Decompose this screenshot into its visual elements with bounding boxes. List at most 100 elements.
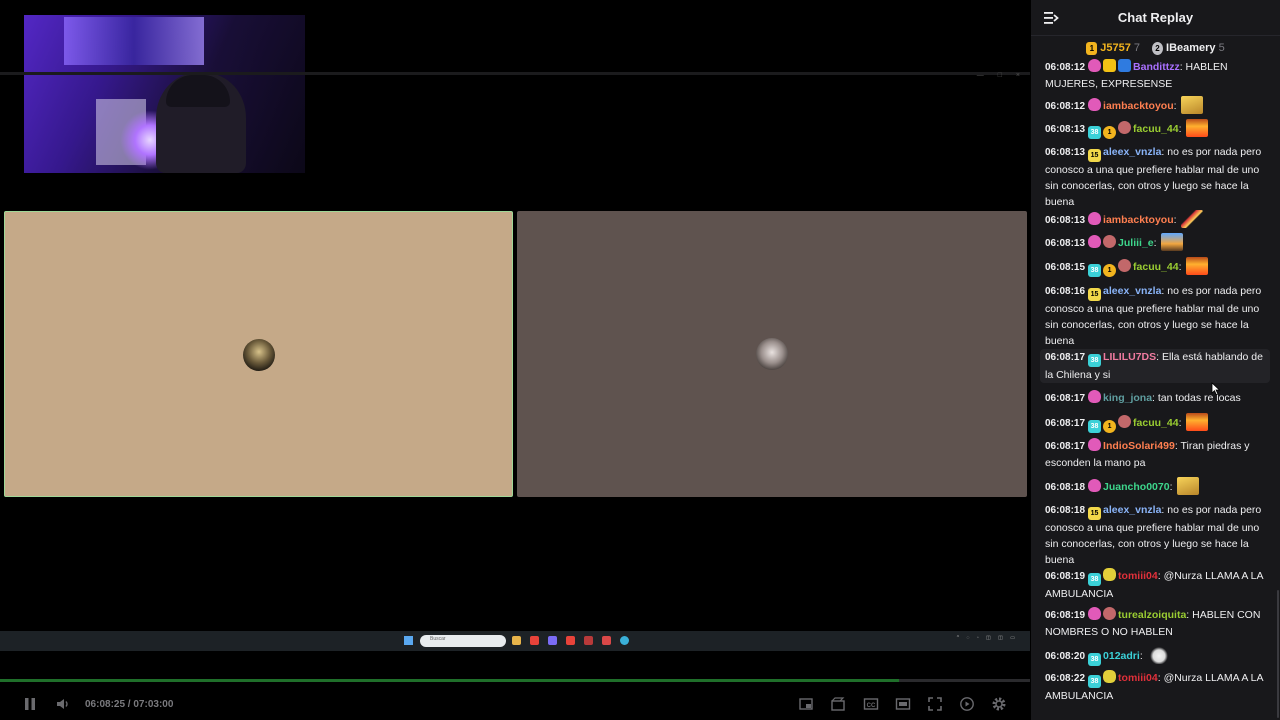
chat-message[interactable]: 06:08:18 Juancho0070: <box>1040 477 1270 496</box>
chat-username[interactable]: tomiii04 <box>1118 672 1158 684</box>
leaderboard-count: 5 <box>1218 42 1225 54</box>
bits-badge[interactable]: 1 <box>1103 264 1117 277</box>
sub-badge[interactable]: 15 <box>1088 288 1102 301</box>
chat-messages: 06:08:12 Bandittzz: HABLEN MUJERES, EXPRE… <box>1031 58 1280 720</box>
bits-badge[interactable]: 1 <box>1103 420 1117 433</box>
sub-badge[interactable]: 38 <box>1088 573 1102 586</box>
chat-username[interactable]: IndioSolari499 <box>1103 440 1175 452</box>
taskbar-search: Buscar <box>420 635 506 647</box>
player-controls: 06:08:25 / 07:03:00 CC <box>0 690 1030 718</box>
volume-icon[interactable] <box>55 696 71 712</box>
emote-badge[interactable] <box>1118 415 1132 428</box>
chat-username[interactable]: aleex_vnzla <box>1103 146 1161 158</box>
chat-username[interactable]: facuu_44 <box>1133 417 1179 429</box>
chat-username[interactable]: 012adri <box>1103 650 1140 662</box>
vip-badge[interactable] <box>1103 59 1117 72</box>
captions-icon[interactable]: CC <box>863 696 879 712</box>
chat-message[interactable]: 06:08:22 38 tomiii04: @Nurza LLAMA A LA AM… <box>1040 670 1270 704</box>
miniplayer-icon[interactable] <box>798 696 814 712</box>
emote-fire[interactable] <box>1186 257 1209 275</box>
chat-message[interactable]: 06:08:17 38 1 facuu_44: <box>1040 413 1270 433</box>
chat-message[interactable]: 06:08:17 38 LILILU7DS: Ella está hablando … <box>1040 349 1270 383</box>
emote-badge[interactable] <box>1103 568 1117 581</box>
emote-fire[interactable] <box>1186 119 1209 137</box>
chat-username[interactable]: facuu_44 <box>1133 123 1179 135</box>
gear-icon[interactable] <box>991 696 1007 712</box>
chat-message[interactable]: 06:08:19 38 tomiii04: @Nurza LLAMA A LA AM… <box>1040 568 1270 602</box>
sub-badge[interactable] <box>1088 235 1102 248</box>
bits-badge[interactable]: 1 <box>1103 126 1117 139</box>
emote-fire[interactable] <box>1186 413 1209 431</box>
seek-bar[interactable] <box>0 679 1030 682</box>
chat-username[interactable]: aleex_vnzla <box>1103 285 1161 297</box>
chat-message[interactable]: 06:08:17 IndioSolari499: Tiran piedras y … <box>1040 438 1270 471</box>
sub-badge[interactable] <box>1088 438 1102 451</box>
chat-message[interactable]: 06:08:12 iambacktoyou: <box>1040 96 1270 115</box>
chat-username[interactable]: iambacktoyou <box>1103 214 1174 226</box>
chat-username[interactable]: facuu_44 <box>1133 261 1179 273</box>
leaderboard-entry[interactable]: 1 J5757 7 <box>1086 41 1140 55</box>
video-player[interactable]: — □ × Buscar ^ ◌ ▫ ◫ ◫ ▭ 06:08:25 / 07:0… <box>0 0 1030 720</box>
sub-badge[interactable]: 38 <box>1088 675 1102 688</box>
message-timestamp: 06:08:15 <box>1045 262 1086 273</box>
emote-sunset[interactable] <box>1161 233 1184 251</box>
sub-badge[interactable] <box>1088 212 1102 225</box>
autoplay-icon[interactable] <box>959 696 975 712</box>
emote-badge[interactable] <box>1103 607 1117 620</box>
sub-badge[interactable]: 38 <box>1088 354 1102 367</box>
chat-username[interactable]: king_jona <box>1103 392 1152 404</box>
chat-username[interactable]: tomiii04 <box>1118 570 1158 582</box>
rank-badge: 2 <box>1152 41 1164 55</box>
emote-goose[interactable] <box>1147 646 1170 664</box>
mouse-cursor <box>1211 382 1221 396</box>
call-tile-left <box>4 211 513 497</box>
embedded-taskbar: Buscar ^ ◌ ▫ ◫ ◫ ▭ <box>0 631 1030 651</box>
chat-username[interactable]: Bandittzz <box>1133 61 1180 73</box>
chat-message[interactable]: 06:08:16 15 aleex_vnzla: no es por nada pe… <box>1040 283 1270 349</box>
chat-username[interactable]: aleex_vnzla <box>1103 504 1161 516</box>
chat-username[interactable]: Juancho0070 <box>1103 481 1170 493</box>
prime-badge[interactable] <box>1118 59 1132 72</box>
sub-badge[interactable]: 38 <box>1088 264 1102 277</box>
chat-message[interactable]: 06:08:17 king_jona: tan todas re locas <box>1040 390 1270 407</box>
sub-badge[interactable] <box>1088 390 1102 403</box>
sub-badge[interactable] <box>1088 98 1102 111</box>
leaderboard-entry[interactable]: 2 IBeamery 5 <box>1152 41 1225 55</box>
chat-message[interactable]: 06:08:12 Bandittzz: HABLEN MUJERES, EXPRE… <box>1040 59 1270 92</box>
sub-badge[interactable]: 38 <box>1088 420 1102 433</box>
chat-message[interactable]: 06:08:20 38 012adri: <box>1040 646 1270 666</box>
emote-gold[interactable] <box>1181 96 1204 114</box>
chat-scrollbar[interactable] <box>1277 590 1279 718</box>
chat-username[interactable]: turealzoiquita <box>1118 609 1186 621</box>
chat-message[interactable]: 06:08:13 38 1 facuu_44: <box>1040 119 1270 139</box>
chat-message[interactable]: 06:08:18 15 aleex_vnzla: no es por nada pe… <box>1040 502 1270 568</box>
chat-message[interactable]: 06:08:13 15 aleex_vnzla: no es por nada pe… <box>1040 144 1270 210</box>
chat-username[interactable]: iambacktoyou <box>1103 100 1174 112</box>
chat-message[interactable]: 06:08:13 Juliii_e: <box>1040 233 1270 252</box>
emote-badge[interactable] <box>1118 259 1132 272</box>
sub-badge[interactable] <box>1088 607 1102 620</box>
clip-icon[interactable] <box>830 696 846 712</box>
emote-badge[interactable] <box>1103 670 1117 683</box>
chat-header: Chat Replay <box>1031 0 1280 36</box>
sub-badge[interactable] <box>1088 479 1102 492</box>
sub-badge[interactable]: 38 <box>1088 126 1102 139</box>
sub-badge[interactable]: 38 <box>1088 653 1102 666</box>
chat-message[interactable]: 06:08:13 iambacktoyou: <box>1040 210 1270 229</box>
sub-badge[interactable]: 15 <box>1088 149 1102 162</box>
chat-message[interactable]: 06:08:15 38 1 facuu_44: <box>1040 257 1270 277</box>
chat-message[interactable]: 06:08:19 turealzoiquita: HABLEN CON NOMBR… <box>1040 607 1270 640</box>
emote-knife[interactable] <box>1181 210 1204 228</box>
sub-badge[interactable]: 15 <box>1088 507 1102 520</box>
fullscreen-icon[interactable] <box>927 696 943 712</box>
chat-username[interactable]: Juliii_e <box>1118 237 1154 249</box>
chat-username[interactable]: LILILU7DS <box>1103 351 1156 363</box>
emote-badge[interactable] <box>1118 121 1132 134</box>
pause-icon[interactable] <box>22 696 38 712</box>
emote-gold[interactable] <box>1177 477 1200 495</box>
theater-icon[interactable] <box>895 696 911 712</box>
emote-badge[interactable] <box>1103 235 1117 248</box>
sub-badge[interactable] <box>1088 59 1102 72</box>
system-tray: ^ ◌ ▫ ◫ ◫ ▭ <box>956 635 1018 641</box>
participant-avatar <box>756 338 788 370</box>
